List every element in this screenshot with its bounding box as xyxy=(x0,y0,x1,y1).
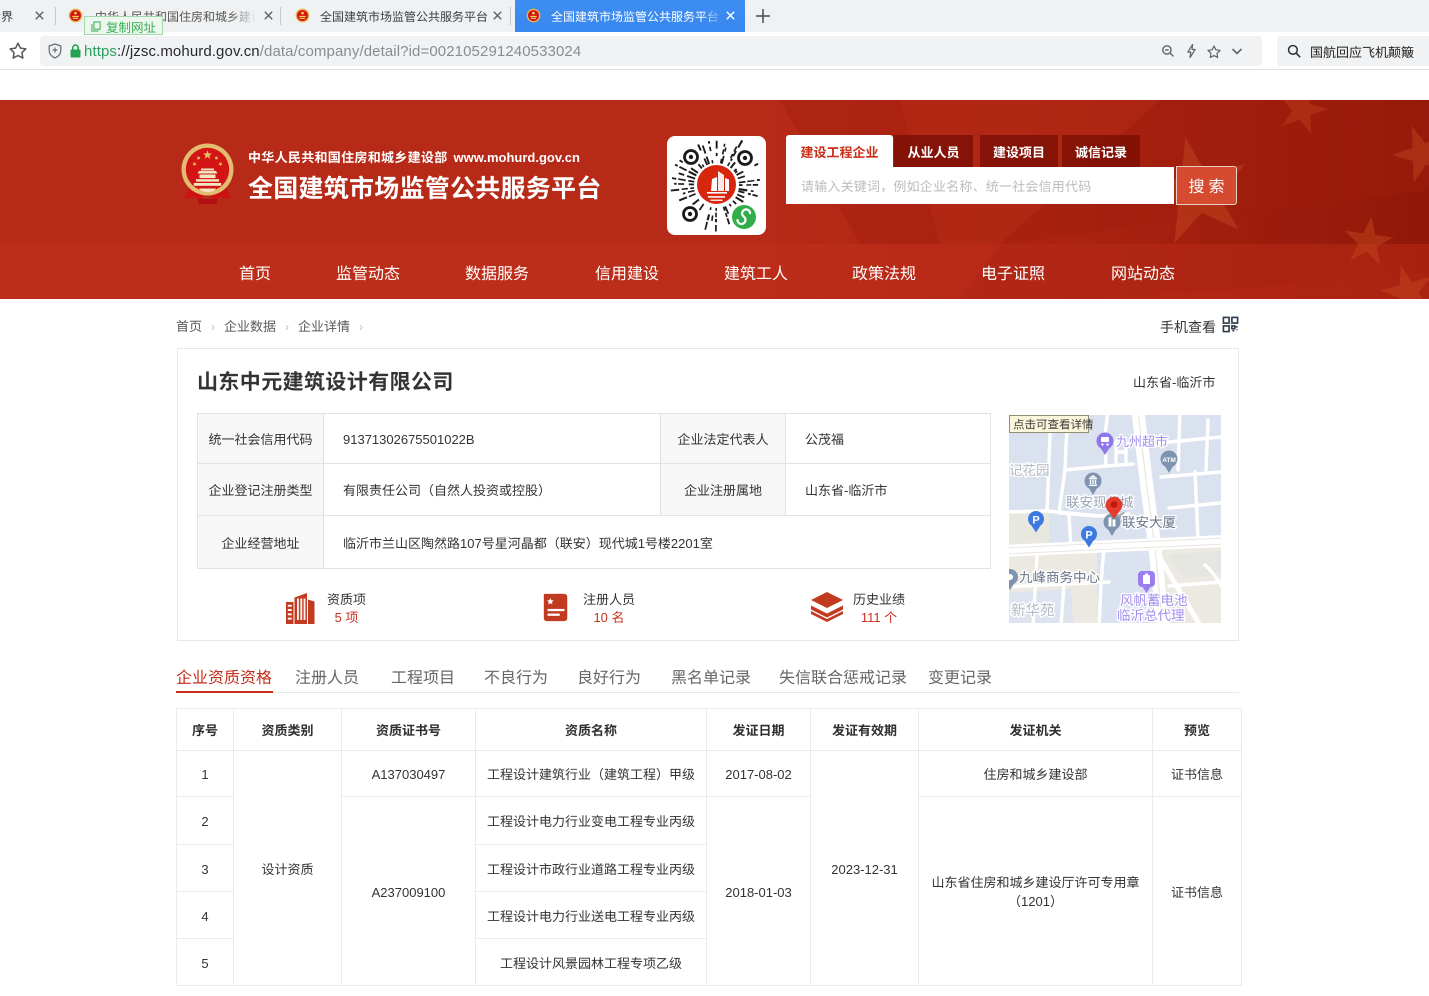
svg-text:九峰商务中心: 九峰商务中心 xyxy=(1019,566,1100,586)
svg-text:临沂总代理: 临沂总代理 xyxy=(1117,604,1185,623)
svg-text:点击可查看详情: 点击可查看详情 xyxy=(1013,417,1094,433)
svg-text:ATM: ATM xyxy=(1162,454,1176,464)
svg-text:联安现代城: 联安现代城 xyxy=(1066,491,1134,511)
svg-text:P: P xyxy=(1085,527,1092,543)
svg-text:九州超市: 九州超市 xyxy=(1116,431,1168,450)
svg-text:新华苑: 新华苑 xyxy=(1011,599,1055,620)
svg-text:P: P xyxy=(1032,512,1039,528)
svg-text:联安大厦: 联安大厦 xyxy=(1122,511,1176,531)
svg-text:记花园: 记花园 xyxy=(1009,459,1050,479)
